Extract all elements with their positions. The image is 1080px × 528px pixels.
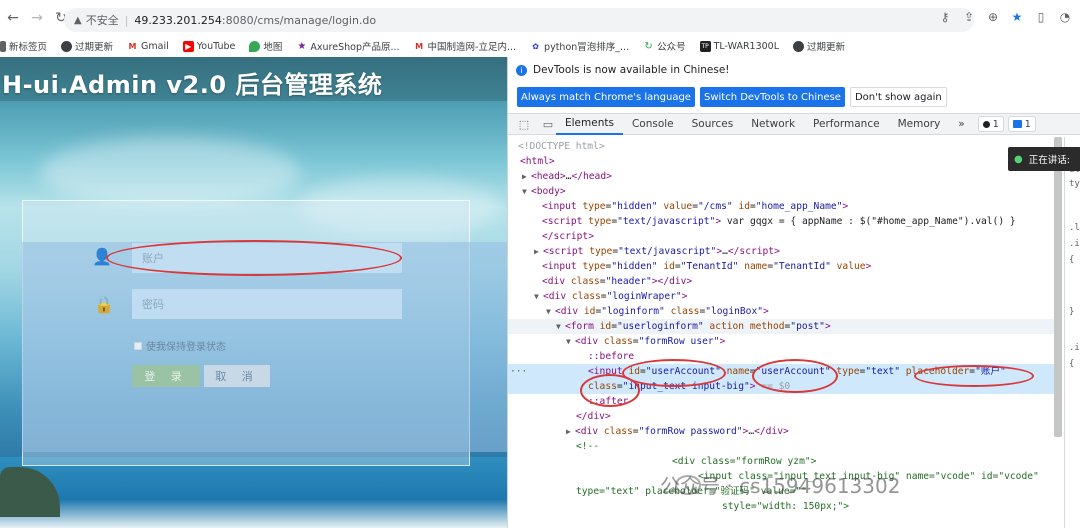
issues-icon (982, 120, 990, 128)
info-icon: i (516, 64, 527, 76)
dom-scrollbar[interactable] (1054, 137, 1062, 437)
dom-line[interactable]: ▶ <head>…</head> (508, 169, 1056, 184)
microphone-icon: ● (1014, 153, 1023, 165)
switch-chinese-button[interactable]: Switch DevTools to Chinese (699, 87, 845, 107)
url-host: 49.233.201.254 (134, 13, 222, 27)
gmail-icon: M (128, 41, 137, 51)
dom-line[interactable]: style="width: 150px;"> (508, 499, 1056, 514)
dom-line[interactable]: ▼ <body> (508, 184, 1056, 199)
tab-sources[interactable]: Sources (683, 114, 743, 135)
dom-line[interactable]: ▼ <div class="formRow user"> (508, 334, 1056, 349)
login-page: H-ui.Admin v2.0 后台管理系统 👤 账户 🔒 密码 使我保持登录状… (0, 57, 507, 528)
insecure-label: 不安全 (85, 14, 119, 27)
warning-icon: ▲ (74, 14, 82, 26)
paw-icon: ✿ (532, 41, 539, 51)
highlight-oval (580, 374, 640, 407)
bookmark-item[interactable]: ▶ YouTube (182, 40, 235, 52)
speaking-indicator: ● 正在讲话: (1008, 147, 1080, 171)
dom-line[interactable]: ▶ <div class="formRow password">…</div> (508, 424, 1056, 439)
sea-background (0, 457, 507, 528)
tab-performance[interactable]: Performance (804, 114, 889, 135)
globe-icon (61, 40, 73, 52)
address-bar-row: ← → ↻ ▲ 不安全 | 49.233.201.254 :8080/cms/m… (0, 0, 1080, 36)
cancel-button[interactable]: 取 消 (204, 365, 270, 387)
dom-line[interactable]: <div class="header"></div> (508, 274, 1056, 289)
highlight-oval (752, 359, 838, 393)
issues-badge[interactable]: 1 (977, 116, 1004, 132)
remember-checkbox[interactable]: 使我保持登录状态 (134, 338, 226, 353)
youtube-icon: ▶ (182, 40, 194, 52)
tp-icon: TP (699, 40, 711, 52)
devtools-tabs: ⬚ ▭ Elements Console Sources Network Per… (508, 113, 1080, 135)
dom-line[interactable]: ▶ <script type="text/javascript">…</scrip… (508, 244, 1056, 259)
styles-pane: !I el ty .l .i { } .i { (1064, 137, 1080, 528)
bookmark-item[interactable]: ✿ python冒泡排序_... (530, 39, 629, 54)
inspect-icon[interactable]: ⬚ (516, 116, 532, 132)
bookmark-item[interactable]: 新标签页 (0, 39, 47, 53)
star-icon: ★ (297, 40, 307, 52)
bookmark-item[interactable]: ↻ 公众号 (643, 39, 685, 54)
dom-line[interactable]: ▼ <div class="loginWraper"> (508, 289, 1056, 304)
url-path: :8080/cms/manage/login.do (221, 13, 377, 27)
lock-icon: 🔒 (94, 294, 114, 314)
more-tabs-icon[interactable]: » (949, 114, 973, 135)
dom-line[interactable]: <input type="hidden" value="/cms" id="ho… (508, 199, 1056, 214)
refresh-icon: ↻ (644, 40, 653, 52)
bookmark-item[interactable]: M 中国制造网-立足内... (414, 39, 516, 54)
back-arrow-icon[interactable]: ← (2, 7, 24, 29)
globe-icon (793, 40, 805, 52)
share-icon[interactable]: ⇪ (960, 8, 978, 26)
device-toggle-icon[interactable]: ▭ (540, 116, 556, 132)
match-language-button[interactable]: Always match Chrome's language (517, 87, 695, 107)
bookmark-item[interactable]: 地图 (249, 39, 282, 53)
dom-line[interactable]: <!-- (508, 439, 1056, 454)
zoom-icon[interactable]: ⊕ (984, 8, 1002, 26)
dom-line[interactable]: </script> (508, 229, 1056, 244)
messages-badge[interactable]: 1 (1007, 116, 1036, 132)
tab-console[interactable]: Console (623, 114, 683, 135)
dom-line[interactable]: <div class="formRow yzm"> (508, 454, 1056, 469)
forward-arrow-icon[interactable]: → (26, 7, 48, 29)
tab-memory[interactable]: Memory (889, 114, 950, 135)
bookmark-star-icon[interactable]: ★ (1008, 8, 1026, 26)
key-icon[interactable]: ⚷ (936, 8, 954, 26)
more-options-icon[interactable]: ··· (510, 364, 527, 379)
tab-elements[interactable]: Elements (556, 114, 623, 135)
watermark-text: 公众号 · cs15949613302 (660, 474, 901, 498)
bookmark-item[interactable]: 过期更新 (61, 39, 113, 53)
profile-icon[interactable]: ◔ (1056, 8, 1074, 26)
devtools-panel: i DevTools is now available in Chinese! … (507, 57, 1080, 528)
folder-icon (0, 40, 6, 52)
bookmark-item[interactable]: 过期更新 (793, 39, 845, 53)
maps-icon (249, 40, 261, 52)
highlight-oval (106, 240, 402, 276)
brand-icon: M (415, 41, 424, 51)
dom-line[interactable]: ▼ <div id="loginform" class="loginBox"> (508, 304, 1056, 319)
dom-line[interactable]: ▼ <form id="userloginform" action method=… (508, 319, 1056, 334)
bookmarks-bar: 新标签页 过期更新 M Gmail ▶ YouTube 地图 ★ AxureShop产… (0, 36, 1080, 56)
bookmark-item[interactable]: ★ AxureShop产品原... (296, 39, 399, 54)
bookmark-item[interactable]: TP TL-WAR1300L (699, 40, 779, 52)
message-icon (1012, 120, 1022, 128)
dom-line[interactable]: <html> (508, 154, 1056, 169)
devtools-info-bar: i DevTools is now available in Chinese! (508, 57, 1080, 83)
highlight-oval (622, 359, 726, 387)
page-title: H-ui.Admin v2.0 后台管理系统 (2, 71, 383, 99)
url-bar[interactable]: ▲ 不安全 | 49.233.201.254 :8080/cms/manage/… (64, 8, 974, 32)
dom-line[interactable]: </div> (508, 409, 1056, 424)
dom-line[interactable]: <script type="text/javascript"> var gqgx… (508, 214, 1056, 229)
password-input[interactable]: 密码 (132, 289, 402, 319)
dont-show-button[interactable]: Don't show again (849, 87, 947, 107)
dom-line[interactable]: <input type="hidden" id="TenantId" name=… (508, 259, 1056, 274)
side-panel-icon[interactable]: ▯ (1032, 8, 1050, 26)
highlight-oval (914, 365, 1034, 387)
tab-network[interactable]: Network (742, 114, 804, 135)
login-button[interactable]: 登 录 (132, 365, 200, 387)
bookmark-item[interactable]: M Gmail (127, 41, 169, 52)
dom-line[interactable]: <!DOCTYPE html> (508, 139, 1056, 154)
